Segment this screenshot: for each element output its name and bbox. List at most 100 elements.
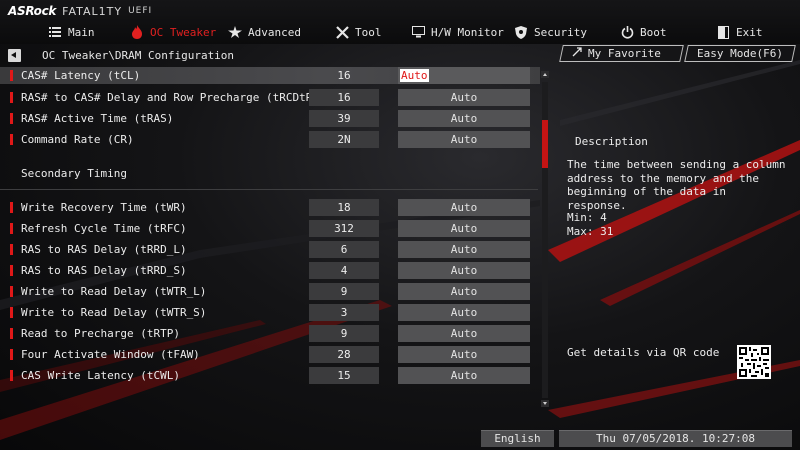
setting-value-field[interactable]: Auto [398,89,530,106]
section-title: Secondary Timing [21,167,127,180]
setting-value-field[interactable]: Auto [398,220,530,237]
description-text: The time between sending a column addres… [567,158,786,212]
current-value: 6 [309,241,379,258]
back-button[interactable] [8,49,21,62]
setting-row-trrd-l[interactable]: RAS to RAS Delay (tRRD_L) 6 Auto [0,241,540,258]
setting-row-cr[interactable]: Command Rate (CR) 2N Auto [0,131,540,148]
row-marker [10,328,13,339]
tab-exit-label: Exit [736,25,763,39]
tab-oc-tweaker[interactable]: OC Tweaker [130,22,216,42]
section-divider [0,189,538,190]
datetime-display: Thu 07/05/2018. 10:27:08 [559,430,792,447]
setting-value-field[interactable]: Auto [398,199,530,216]
top-bar: ASRock FATAL1TY UEFI Main OC Tweaker Adv… [0,0,800,44]
breadcrumb: OC Tweaker\DRAM Configuration [42,49,235,62]
row-marker [10,70,13,81]
current-value: 3 [309,304,379,321]
easy-mode-button[interactable]: Easy Mode(F6) [684,45,796,62]
row-marker [10,202,13,213]
setting-label: Command Rate (CR) [21,133,134,146]
setting-value-field[interactable]: Auto [398,67,530,84]
my-favorite-button[interactable]: My Favorite [559,45,684,62]
setting-row-tcl[interactable]: CAS# Latency (tCL) 16 Auto [0,67,540,84]
tab-security[interactable]: Security [514,22,587,42]
setting-label: RAS# Active Time (tRAS) [21,112,174,125]
row-marker [10,223,13,234]
setting-value-field[interactable]: Auto [398,110,530,127]
setting-label: Write to Read Delay (tWTR_S) [21,306,207,319]
description-max: Max: 31 [567,225,614,238]
description-min: Min: 4 [567,211,607,224]
setting-row-trtp[interactable]: Read to Precharge (tRTP) 9 Auto [0,325,540,342]
scroll-up-arrow[interactable] [541,71,549,78]
setting-label: Read to Precharge (tRTP) [21,327,180,340]
row-marker [10,92,13,103]
tab-advanced-label: Advanced [248,25,301,39]
current-value: 15 [309,367,379,384]
setting-value-field[interactable]: Auto [398,241,530,258]
setting-label: RAS to RAS Delay (tRRD_L) [21,243,187,256]
qr-code-icon[interactable] [737,345,771,379]
setting-value-field[interactable]: Auto [398,304,530,321]
setting-row-twr[interactable]: Write Recovery Time (tWR) 18 Auto [0,199,540,216]
setting-label: RAS to RAS Delay (tRRD_S) [21,264,187,277]
tab-hw-monitor[interactable]: H/W Monitor [411,22,504,42]
power-icon [620,25,634,39]
row-marker [10,370,13,381]
current-value: 9 [309,283,379,300]
easy-mode-label: Easy Mode(F6) [696,47,784,60]
setting-row-trfc[interactable]: Refresh Cycle Time (tRFC) 312 Auto [0,220,540,237]
current-value: 312 [309,220,379,237]
language-button[interactable]: English [481,430,554,447]
current-value: 2N [309,131,379,148]
flame-icon [130,25,144,39]
scroll-down-arrow[interactable] [541,400,549,407]
tab-hw-monitor-label: H/W Monitor [431,25,504,39]
setting-value-field[interactable]: Auto [398,346,530,363]
setting-row-trcdtrp[interactable]: RAS# to CAS# Delay and Row Precharge (tR… [0,89,540,106]
setting-row-tfaw[interactable]: Four Activate Window (tFAW) 28 Auto [0,346,540,363]
current-value: 16 [337,69,351,82]
tab-main[interactable]: Main [48,22,95,42]
star-icon [228,25,242,39]
tab-boot-label: Boot [640,25,667,39]
setting-row-trrd-s[interactable]: RAS to RAS Delay (tRRD_S) 4 Auto [0,262,540,279]
list-icon [48,25,62,39]
setting-label: Write Recovery Time (tWR) [21,201,187,214]
brand-maker: ASRock [8,4,57,18]
current-value: 16 [309,89,379,106]
setting-value-field[interactable]: Auto [398,262,530,279]
scrollbar-thumb[interactable] [542,120,548,168]
tab-exit[interactable]: Exit [716,22,763,42]
my-favorite-label: My Favorite [588,47,661,60]
main-nav: Main OC Tweaker Advanced Tool H/W Monito… [0,22,800,42]
setting-value-text: Auto [400,69,429,82]
setting-row-twtr-l[interactable]: Write to Read Delay (tWTR_L) 9 Auto [0,283,540,300]
tab-boot[interactable]: Boot [620,22,667,42]
setting-row-tcwl[interactable]: CAS Write Latency (tCWL) 15 Auto [0,367,540,384]
setting-label: Refresh Cycle Time (tRFC) [21,222,187,235]
tab-main-label: Main [68,25,95,39]
setting-value-field[interactable]: Auto [398,283,530,300]
setting-label: CAS# Latency (tCL) [21,69,141,82]
description-title: Description [575,135,648,148]
setting-row-tras[interactable]: RAS# Active Time (tRAS) 39 Auto [0,110,540,127]
row-marker [10,113,13,124]
setting-value-field[interactable]: Auto [398,131,530,148]
setting-value-field[interactable]: Auto [398,367,530,384]
brand-series: FATAL1TY [62,4,123,18]
setting-value-field[interactable]: Auto [398,325,530,342]
setting-row-twtr-s[interactable]: Write to Read Delay (tWTR_S) 3 Auto [0,304,540,321]
tab-advanced[interactable]: Advanced [228,22,301,42]
tab-tool[interactable]: Tool [335,22,382,42]
current-value: 9 [309,325,379,342]
shield-icon [514,25,528,39]
monitor-icon [411,25,425,39]
row-marker [10,244,13,255]
setting-label: RAS# to CAS# Delay and Row Precharge (tR… [21,91,326,104]
wrench-icon [335,25,349,39]
brand-logo: ASRock FATAL1TY UEFI [8,3,152,19]
row-marker [10,349,13,360]
current-value: 4 [309,262,379,279]
row-marker [10,265,13,276]
